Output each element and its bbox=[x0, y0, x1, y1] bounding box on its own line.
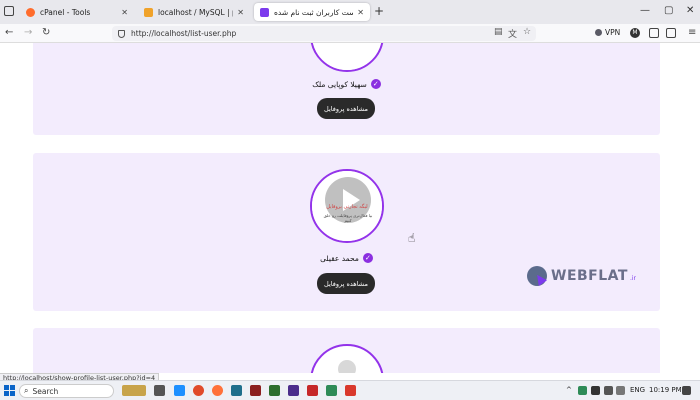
downloads-icon[interactable] bbox=[666, 28, 676, 38]
url-text: http://localhost/list-user.php bbox=[131, 29, 237, 38]
volume-icon[interactable] bbox=[616, 386, 625, 395]
user-card: سهیلا کوپایی ملک ✓ مشاهده پروفایل bbox=[33, 43, 660, 135]
view-profile-button[interactable]: مشاهده پروفایل bbox=[317, 98, 375, 119]
explorer-app-icon[interactable] bbox=[174, 385, 185, 396]
app-icon[interactable] bbox=[326, 385, 337, 396]
user-avatar[interactable] bbox=[310, 43, 384, 72]
user-avatar[interactable] bbox=[310, 344, 384, 373]
cpanel-icon bbox=[26, 7, 35, 17]
browser-tab-strip: cPanel - Tools ✕ localhost / MySQL | php… bbox=[0, 0, 700, 24]
tray-app-icon[interactable] bbox=[591, 386, 600, 395]
verified-badge-icon: ✓ bbox=[362, 253, 373, 263]
shield-icon bbox=[118, 29, 125, 38]
tab-cpanel[interactable]: cPanel - Tools ✕ bbox=[20, 3, 134, 21]
globe-logo-icon bbox=[527, 266, 547, 286]
vpn-icon bbox=[595, 29, 602, 36]
tab-title: localhost / MySQL | phpMyAdmin bbox=[158, 7, 233, 17]
watermark-text: WEBFLAT bbox=[551, 268, 628, 284]
webflat-watermark: WEBFLAT .ir bbox=[527, 266, 636, 286]
search-icon: ⌕ bbox=[24, 386, 29, 395]
illustrator-app-icon[interactable] bbox=[250, 385, 261, 396]
tray-chevron-icon[interactable]: ^ bbox=[566, 386, 572, 394]
close-icon[interactable]: ✕ bbox=[357, 8, 364, 17]
default-user-icon bbox=[338, 360, 356, 373]
url-bar[interactable]: http://localhost/list-user.php bbox=[112, 26, 536, 41]
menu-icon[interactable]: ≡ bbox=[688, 27, 696, 39]
dreamweaver-app-icon[interactable] bbox=[269, 385, 280, 396]
extension-icon[interactable] bbox=[649, 28, 659, 38]
filezilla-app-icon[interactable] bbox=[307, 385, 318, 396]
webflat-icon bbox=[260, 7, 269, 17]
video-subtitle-text: بیا فعال‌تری پروفایلت رو خلق کنیم bbox=[323, 213, 373, 223]
browser-toolbar: ← → ↻ http://localhost/list-user.php ▤ 文… bbox=[0, 24, 700, 43]
tab-phpmyadmin[interactable]: localhost / MySQL | phpMyAdmin ✕ bbox=[138, 3, 250, 21]
weather-widget-icon[interactable] bbox=[122, 385, 146, 396]
reload-icon[interactable]: ↻ bbox=[42, 27, 50, 39]
close-icon[interactable]: ✕ bbox=[121, 8, 128, 17]
avatar-image bbox=[312, 43, 382, 70]
vpn-label: VPN bbox=[605, 28, 621, 37]
network-icon[interactable] bbox=[604, 386, 613, 395]
translate-icon[interactable]: 文 bbox=[508, 27, 517, 40]
extension-m-icon[interactable]: M bbox=[630, 28, 640, 38]
view-profile-button[interactable]: مشاهده پروفایل bbox=[317, 273, 375, 294]
verified-badge-icon: ✓ bbox=[370, 79, 381, 89]
task-view-icon[interactable] bbox=[154, 385, 165, 396]
app-icon[interactable] bbox=[345, 385, 356, 396]
chrome-app-icon[interactable] bbox=[193, 385, 204, 396]
tray-app-icon[interactable] bbox=[578, 386, 587, 395]
windows-start-icon[interactable] bbox=[4, 385, 15, 396]
user-card bbox=[33, 328, 660, 373]
premiere-app-icon[interactable] bbox=[288, 385, 299, 396]
back-arrow-icon[interactable]: ← bbox=[5, 27, 13, 39]
clock-time[interactable]: 10:19 PM bbox=[649, 386, 682, 394]
language-indicator[interactable]: ENG bbox=[630, 386, 645, 394]
phpmyadmin-icon bbox=[144, 7, 153, 17]
reader-view-icon[interactable]: ▤ bbox=[494, 27, 503, 37]
tab-title: لیست کاربران ثبت نام شده | webflat.ir bbox=[274, 7, 353, 17]
firefox-app-icon[interactable] bbox=[212, 385, 223, 396]
close-window-button[interactable]: ✕ bbox=[686, 5, 694, 17]
search-label: Search bbox=[32, 386, 59, 396]
page-content: سهیلا کوپایی ملک ✓ مشاهده پروفایل لیگه ت… bbox=[0, 43, 700, 373]
taskbar-search[interactable]: ⌕ Search bbox=[19, 384, 114, 398]
video-thumbnail: لیگه تجارتی پروفایل بیا فعال‌تری پروفایل… bbox=[312, 171, 382, 241]
user-avatar[interactable]: لیگه تجارتی پروفایل بیا فعال‌تری پروفایل… bbox=[310, 169, 384, 243]
mouse-cursor-icon: ☝ bbox=[408, 231, 416, 245]
video-title-text: لیگه تجارتی پروفایل bbox=[326, 204, 368, 210]
app-icon[interactable] bbox=[231, 385, 242, 396]
user-name: محمد عقیلی bbox=[320, 253, 359, 263]
user-name: سهیلا کوپایی ملک bbox=[312, 79, 367, 89]
user-name-row: سهیلا کوپایی ملک ✓ bbox=[33, 79, 660, 89]
tab-list-icon[interactable] bbox=[4, 6, 14, 16]
user-name-row: محمد عقیلی ✓ bbox=[33, 253, 660, 263]
bookmark-star-icon[interactable]: ☆ bbox=[523, 27, 531, 37]
tab-user-list[interactable]: لیست کاربران ثبت نام شده | webflat.ir ✕ bbox=[254, 3, 370, 21]
close-icon[interactable]: ✕ bbox=[237, 8, 244, 17]
notification-icon[interactable] bbox=[682, 386, 691, 395]
vpn-button[interactable]: VPN bbox=[595, 28, 620, 37]
watermark-sub: .ir bbox=[629, 274, 637, 282]
forward-arrow-icon[interactable]: → bbox=[24, 27, 32, 39]
user-card: لیگه تجارتی پروفایل بیا فعال‌تری پروفایل… bbox=[33, 153, 660, 311]
windows-taskbar: ⌕ Search ^ ENG 10:19 PM bbox=[0, 380, 700, 400]
minimize-button[interactable]: — bbox=[640, 5, 650, 17]
new-tab-button[interactable]: + bbox=[374, 5, 384, 17]
tab-title: cPanel - Tools bbox=[40, 7, 91, 17]
maximize-button[interactable]: ▢ bbox=[664, 5, 673, 17]
